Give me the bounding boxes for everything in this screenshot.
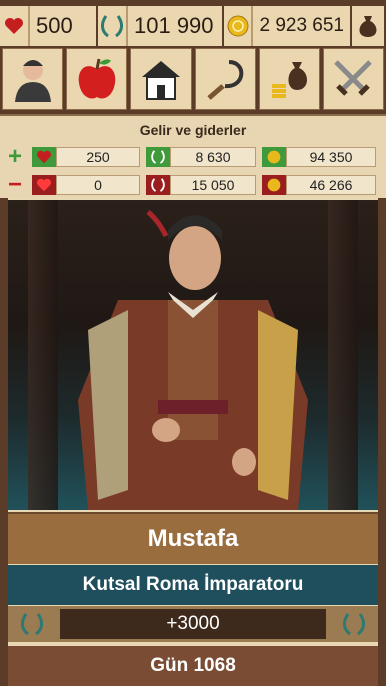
money-icon: [272, 62, 308, 98]
expense-health: 0: [32, 175, 140, 195]
house-button[interactable]: [130, 48, 192, 110]
heart-icon: [32, 147, 56, 167]
laurel-icon: [98, 6, 128, 46]
sickle-icon: [207, 60, 244, 100]
expense-row: − 0 15 050 46 266: [4, 171, 384, 198]
laurel-icon: [146, 175, 170, 195]
character-name: Mustafa: [8, 512, 378, 564]
income-gold-value: 94 350: [286, 147, 376, 167]
heart-icon: [0, 6, 30, 46]
character-button[interactable]: [2, 48, 64, 110]
health-value: 500: [36, 13, 73, 38]
frame-right-lower: [378, 510, 386, 686]
income-reputation-value: 8 630: [170, 147, 256, 167]
top-stats-bar: 500 101 990 2 923 651: [0, 0, 386, 46]
crossed-swords-icon: [334, 60, 373, 96]
portrait-figure: [78, 210, 308, 510]
plus-icon: +: [7, 143, 22, 170]
coin-icon: [262, 175, 286, 195]
reputation-change-bar: +3000: [8, 606, 378, 642]
income-reputation: 8 630: [146, 147, 256, 167]
income-gold: 94 350: [262, 147, 376, 167]
reputation-stat: 101 990: [98, 6, 224, 46]
expense-reputation-value: 15 050: [170, 175, 256, 195]
income-health-value: 250: [56, 147, 140, 167]
reputation-change-value: +3000: [60, 609, 326, 639]
character-portrait: [8, 200, 378, 510]
income-title: Gelir ve giderler: [139, 122, 247, 138]
expense-health-value: 0: [56, 175, 140, 195]
harvest-button[interactable]: [194, 48, 256, 110]
income-row: + 250 8 630 94 350: [4, 143, 384, 170]
reputation-value: 101 990: [134, 13, 214, 38]
money-bag-icon[interactable]: [352, 6, 384, 46]
income-health: 250: [32, 147, 140, 167]
heart-icon: [32, 175, 56, 195]
character-title: Kutsal Roma İmparatoru: [8, 565, 378, 605]
laurel-icon: [8, 611, 56, 637]
coin-icon: [224, 6, 254, 46]
person-icon: [14, 60, 51, 102]
apple-icon: [78, 58, 116, 99]
house-icon: [141, 61, 180, 100]
laurel-icon: [146, 147, 170, 167]
expense-reputation: 15 050: [146, 175, 256, 195]
frame-left-lower: [0, 510, 8, 686]
health-stat: 500: [0, 6, 98, 46]
laurel-icon: [330, 611, 378, 637]
battle-button[interactable]: [322, 48, 385, 110]
day-counter: Gün 1068: [8, 646, 378, 686]
main-menu: [0, 46, 386, 114]
coin-icon: [262, 147, 286, 167]
frame-left: [0, 198, 8, 512]
gold-value: 2 923 651: [259, 15, 344, 36]
expense-gold-value: 46 266: [286, 175, 376, 195]
money-button[interactable]: [258, 48, 320, 110]
minus-icon: −: [7, 171, 22, 198]
food-button[interactable]: [66, 48, 128, 110]
gold-stat: 2 923 651: [224, 6, 352, 46]
income-expenses-panel: Gelir ve giderler + 250 8 630 94 350 − 0…: [0, 114, 386, 198]
frame-right: [378, 198, 386, 512]
expense-gold: 46 266: [262, 175, 376, 195]
